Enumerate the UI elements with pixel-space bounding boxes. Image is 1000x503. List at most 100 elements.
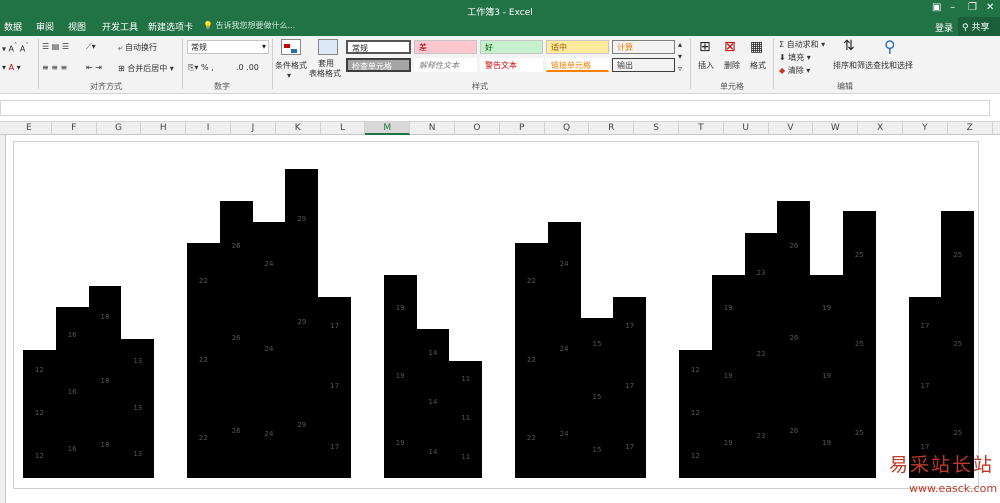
styles-scroll-down-icon[interactable]: ▾: [678, 52, 682, 61]
chart[interactable]: 12 12 12 16 16 16 18 18 18 13 13 13 22 22 22 26 26 26 24 24…: [13, 141, 979, 489]
column-header-F[interactable]: F: [52, 122, 97, 135]
worksheet-grid[interactable]: 12 12 12 16 16 16 18 18 18 13 13 13 22 22 22 26 26 26 24 24…: [0, 135, 1000, 503]
column-header-I[interactable]: I: [186, 122, 231, 135]
editing-group-label: 编辑: [837, 82, 853, 91]
fill-button[interactable]: ⬇ 填充 ▾: [779, 52, 811, 63]
merge-center-button[interactable]: ⊞ 合并后居中 ▾: [118, 63, 174, 74]
column-header-N[interactable]: N: [410, 122, 455, 135]
data-label: 13: [133, 357, 143, 366]
watermark-url: www.easck.com: [909, 482, 998, 495]
styles-more-icon[interactable]: ▿: [678, 64, 682, 73]
column-header-M[interactable]: M: [365, 122, 411, 135]
style-linked-cell[interactable]: 链接单元格: [546, 58, 609, 72]
data-label: 25: [854, 250, 864, 259]
style-calculation[interactable]: 计算: [612, 40, 675, 54]
column-header-S[interactable]: S: [634, 122, 679, 135]
column-header-Y[interactable]: Y: [903, 122, 948, 135]
column-header-E[interactable]: E: [7, 122, 52, 135]
data-label: 19: [723, 371, 733, 380]
data-label: 26: [789, 241, 799, 250]
data-label: 29: [297, 318, 307, 327]
column-header-W[interactable]: W: [813, 122, 859, 135]
find-select-button[interactable]: 查找和选择: [873, 60, 913, 71]
data-label: 26: [789, 334, 799, 343]
tab-review[interactable]: 审阅: [36, 20, 54, 33]
tab-view[interactable]: 视图: [68, 20, 86, 33]
data-label: 15: [592, 339, 602, 348]
data-label: 14: [428, 348, 438, 357]
chevron-down-icon: ▾: [261, 42, 266, 51]
data-label: 22: [198, 355, 208, 364]
title-bar: 工作簿3 - Excel ▣ – ❐ ✕ 数据 审阅 视图 开发工具 新建选项卡…: [0, 0, 1000, 36]
data-label: 13: [133, 449, 143, 458]
data-label: 17: [330, 321, 340, 330]
data-label: 24: [264, 345, 274, 353]
indent-icon[interactable]: ⇤ ⇥: [86, 63, 102, 72]
decimal-icon[interactable]: .0 .00: [236, 63, 259, 72]
minimize-icon[interactable]: –: [950, 2, 955, 13]
style-explanatory[interactable]: 解释性文本: [414, 58, 477, 72]
orientation-icon[interactable]: ⟋▾: [86, 42, 96, 52]
tell-me-text: 告诉我您想要做什么...: [215, 21, 296, 30]
tell-me-box[interactable]: 💡 告诉我您想要做什么...: [203, 20, 295, 31]
insert-button[interactable]: 插入: [698, 60, 714, 71]
align-left-icon[interactable]: ≡ ≡ ≡: [42, 63, 67, 72]
column-header-L[interactable]: L: [321, 122, 366, 135]
data-label: 16: [67, 444, 77, 453]
column-header-X[interactable]: X: [858, 122, 903, 135]
formula-input[interactable]: [0, 100, 990, 116]
style-warning[interactable]: 警告文本: [480, 58, 543, 72]
merge-center-label: 合并后居中: [127, 64, 168, 73]
currency-icon[interactable]: ⎘▾ % ,: [188, 63, 214, 73]
style-neutral[interactable]: 适中: [546, 40, 609, 54]
autosum-button[interactable]: Σ 自动求和 ▾: [779, 39, 825, 50]
data-label: 19: [395, 304, 405, 313]
sort-filter-button[interactable]: 排序和筛选: [833, 60, 873, 71]
login-link[interactable]: 登录: [935, 21, 953, 34]
tab-developer[interactable]: 开发工具: [102, 20, 138, 33]
clear-button[interactable]: ◆ 清除 ▾: [779, 65, 810, 76]
styles-scroll-up-icon[interactable]: ▴: [678, 40, 682, 49]
ribbon-display-icon[interactable]: ▣: [932, 2, 941, 13]
column-header-O[interactable]: O: [455, 122, 500, 135]
tab-data[interactable]: 数据: [4, 20, 22, 33]
restore-icon[interactable]: ❐: [968, 2, 977, 13]
font-size-icon[interactable]: ▾ Aˆ Aˇ: [2, 42, 29, 54]
number-format-select[interactable]: 常规 ▾: [187, 40, 269, 54]
data-label: 12: [690, 366, 700, 375]
close-icon[interactable]: ✕: [986, 2, 994, 13]
style-bad[interactable]: 差: [414, 40, 477, 54]
wrap-text-button[interactable]: ⤶ 自动换行: [118, 42, 157, 53]
style-output[interactable]: 输出: [612, 58, 675, 72]
column-header-H[interactable]: H: [141, 122, 187, 135]
share-button[interactable]: ⚲ 共享: [958, 17, 1000, 36]
conditional-format-button[interactable]: 条件格式: [275, 60, 307, 71]
share-label: 共享: [971, 23, 990, 33]
column-header-G[interactable]: G: [97, 122, 142, 135]
format-button[interactable]: 格式: [750, 60, 766, 71]
eraser-icon: ◆: [779, 66, 786, 75]
separator: [272, 39, 273, 89]
column-header-T[interactable]: T: [679, 122, 724, 135]
delete-button[interactable]: 删除: [724, 60, 740, 71]
style-check-cell[interactable]: 检查单元格: [346, 58, 411, 72]
font-color-icon[interactable]: ▾ A ▾: [2, 63, 21, 72]
column-header-U[interactable]: U: [724, 122, 769, 135]
window-title: 工作簿3 - Excel: [467, 8, 533, 18]
tab-new[interactable]: 新建选项卡: [148, 20, 193, 33]
style-normal[interactable]: 常规: [346, 40, 411, 54]
column-header-K[interactable]: K: [276, 122, 321, 135]
column-header-R[interactable]: R: [589, 122, 635, 135]
table-format-label-2[interactable]: 表格格式: [309, 68, 341, 79]
watermark: 易采站长站 www.easck.com: [879, 450, 1000, 503]
column-header-P[interactable]: P: [500, 122, 545, 135]
column-header-Z[interactable]: Z: [948, 122, 993, 135]
data-label: 23: [756, 268, 766, 277]
column-header-V[interactable]: V: [769, 122, 814, 135]
column-header-J[interactable]: J: [231, 122, 276, 135]
style-good[interactable]: 好: [480, 40, 543, 54]
insert-icon: ⊞: [699, 39, 711, 55]
format-icon: ▦: [750, 39, 764, 55]
column-header-Q[interactable]: Q: [545, 122, 590, 135]
align-top-icon[interactable]: ☰ ▤ ☰: [42, 42, 69, 51]
